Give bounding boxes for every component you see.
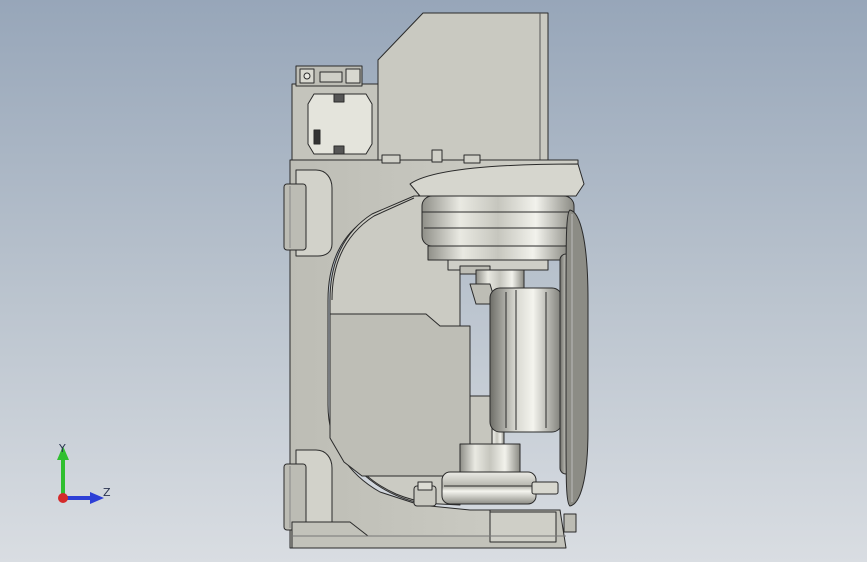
label-clip-top <box>333 93 345 103</box>
mechanical-assembly-model[interactable] <box>0 0 867 562</box>
top-fitting-1 <box>431 149 443 163</box>
orientation-triad: Y Z <box>44 436 124 516</box>
label-clip-bottom <box>333 145 345 155</box>
top-rear-housing[interactable] <box>377 12 549 164</box>
x-axis-dot <box>58 493 68 503</box>
cad-viewport[interactable]: Y Z <box>0 0 867 562</box>
top-bearing-flange[interactable] <box>409 163 585 275</box>
connector-plug-right <box>345 68 361 84</box>
triad-axes <box>57 446 104 504</box>
center-block <box>329 313 471 477</box>
top-fitting-2 <box>381 154 401 164</box>
motor-label-plate <box>307 93 373 155</box>
z-axis-label: Z <box>103 486 111 499</box>
y-axis-label: Y <box>59 442 66 455</box>
top-fitting-3 <box>463 154 481 164</box>
